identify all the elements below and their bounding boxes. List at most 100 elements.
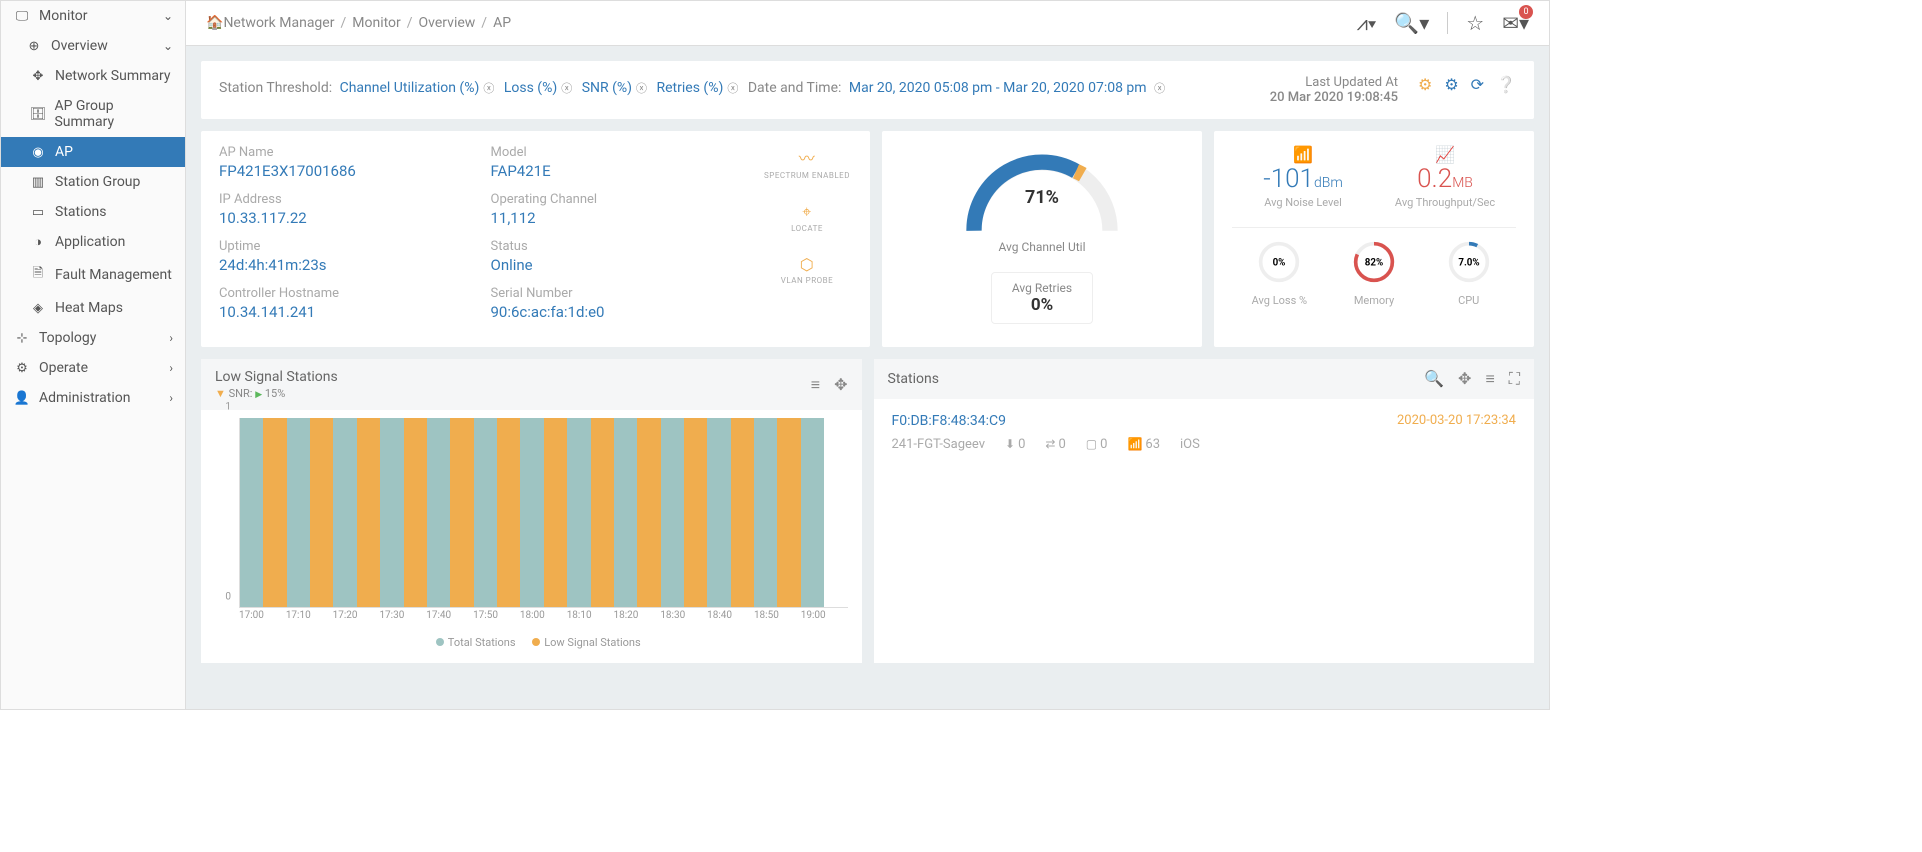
chevron-icon: › xyxy=(169,361,173,375)
nav-item-overview[interactable]: ⊕Overview⌄ xyxy=(1,31,185,61)
threshold-chip[interactable]: SNR (%) xyxy=(582,80,632,96)
nav-item-ap-group-summary[interactable]: 🗄AP Group Summary xyxy=(1,91,185,137)
nav-item-stations[interactable]: ▭Stations xyxy=(1,197,185,227)
x-tick: 17:50 xyxy=(473,610,520,628)
station-row[interactable]: F0:DB:F8:48:34:C9 2020-03-20 17:23:34 24… xyxy=(892,413,1517,452)
bar-group xyxy=(801,418,848,607)
gauge-label: Avg Channel Util xyxy=(999,240,1086,254)
activity-icon[interactable]: ⩘▾ xyxy=(1357,11,1377,35)
datetime-clear-icon[interactable]: ⓧ xyxy=(1154,82,1165,95)
breadcrumb-item[interactable]: Network Manager xyxy=(223,15,334,31)
menu-icon[interactable]: ≡ xyxy=(1485,369,1494,389)
feature-locate[interactable]: ⌖LOCATE xyxy=(791,202,823,233)
threshold-bar: Station Threshold: Channel Utilization (… xyxy=(201,61,1534,119)
nav-item-station-group[interactable]: ▥Station Group xyxy=(1,167,185,197)
search-icon[interactable]: 🔍▾ xyxy=(1394,11,1429,35)
nav-item-network-summary[interactable]: ✥Network Summary xyxy=(1,61,185,91)
threshold-chip[interactable]: Retries (%) xyxy=(657,80,724,96)
nav-item-heat-maps[interactable]: ◈Heat Maps xyxy=(1,293,185,323)
bar-group xyxy=(427,418,474,607)
retries-box: Avg Retries 0% xyxy=(991,272,1093,324)
gear-icon[interactable]: ⚙ xyxy=(1444,75,1458,94)
help-icon[interactable]: ❔ xyxy=(1496,75,1516,94)
star-icon[interactable]: ☆ xyxy=(1466,11,1484,35)
move-icon[interactable]: ✥ xyxy=(1458,369,1471,389)
home-icon: 🏠 xyxy=(206,15,223,31)
updated-label: Last Updated At xyxy=(1270,75,1398,90)
loss-donut: 0% Avg Loss % xyxy=(1232,240,1327,307)
x-tick: 18:40 xyxy=(707,610,754,628)
nav-item-ap[interactable]: ◉AP xyxy=(1,137,185,167)
move-icon[interactable]: ✥ xyxy=(834,375,847,395)
bar-group xyxy=(240,418,287,607)
channel-util-gauge: 71% xyxy=(957,145,1127,240)
datetime-value[interactable]: Mar 20, 2020 05:08 pm - Mar 20, 2020 07:… xyxy=(849,80,1147,96)
sliders-icon[interactable]: ⚙ xyxy=(1418,75,1432,94)
breadcrumb-item[interactable]: Overview xyxy=(419,15,476,31)
breadcrumb-item[interactable]: AP xyxy=(493,15,511,31)
nav-icon: ⊕ xyxy=(25,39,43,54)
bar-group xyxy=(614,418,661,607)
feature-spectrum-enabled[interactable]: 〰SPECTRUM ENABLED xyxy=(764,145,850,180)
menu-icon[interactable]: ≡ xyxy=(811,375,820,395)
chip-clear-icon[interactable]: ⓧ xyxy=(636,82,647,95)
ap-channel: 11,112 xyxy=(491,209,763,227)
nav-item-application[interactable]: ◑Application xyxy=(1,227,185,257)
x-tick: 17:20 xyxy=(333,610,380,628)
ap-status: Online xyxy=(491,256,763,274)
nav-icon: ◈ xyxy=(29,301,47,316)
chip-clear-icon[interactable]: ⓧ xyxy=(483,82,494,95)
bar xyxy=(333,418,356,607)
bar xyxy=(707,418,730,607)
download-icon: ⬇ xyxy=(1005,437,1015,451)
feature-vlan-probe[interactable]: ⬡VLAN PROBE xyxy=(781,255,833,285)
bar xyxy=(404,418,427,607)
bar-group xyxy=(287,418,334,607)
search-icon[interactable]: 🔍 xyxy=(1424,369,1444,389)
bar-group xyxy=(333,418,380,607)
chart-icon: 📈 xyxy=(1374,145,1516,164)
bar-group xyxy=(380,418,427,607)
station-meta: 241-FGT-Sageev ⬇0 ⇄0 ▢0 📶63 iOS xyxy=(892,437,1517,452)
bar xyxy=(474,418,497,607)
x-tick: 17:00 xyxy=(239,610,286,628)
breadcrumb-item[interactable]: Monitor xyxy=(352,15,401,31)
chevron-icon: › xyxy=(169,391,173,405)
datetime-label: Date and Time: xyxy=(748,80,842,96)
nav-icon: ◉ xyxy=(29,145,47,160)
breadcrumb: 🏠Network Manager/Monitor/Overview/AP xyxy=(206,15,511,31)
chip-clear-icon[interactable]: ⓧ xyxy=(561,82,572,95)
nav-item-administration[interactable]: 👤Administration› xyxy=(1,383,185,413)
x-tick: 18:20 xyxy=(614,610,661,628)
chart-title: Low Signal Stations xyxy=(215,369,338,385)
mail-icon[interactable]: ✉0▾ xyxy=(1502,11,1529,35)
signal-icon: 📶 xyxy=(1232,145,1374,164)
bar xyxy=(567,418,590,607)
expand-icon[interactable]: ⛶ xyxy=(1509,369,1520,389)
bar xyxy=(591,418,614,607)
threshold-chip[interactable]: Loss (%) xyxy=(504,80,557,96)
nav-item-fault-management[interactable]: 🗎Fault Management xyxy=(1,257,185,293)
bar-group xyxy=(567,418,614,607)
chip-clear-icon[interactable]: ⓧ xyxy=(727,82,738,95)
refresh-icon[interactable]: ⟳ xyxy=(1471,75,1484,94)
bar xyxy=(754,418,777,607)
threshold-chip[interactable]: Channel Utilization (%) xyxy=(340,80,480,96)
network-icon: ⇄ xyxy=(1045,437,1055,451)
ap-uptime: 24d:4h:41m:23s xyxy=(219,256,491,274)
bar xyxy=(263,418,286,607)
bar xyxy=(801,418,824,607)
nav-item-monitor[interactable]: 🖵Monitor⌄ xyxy=(1,1,185,31)
ap-serial: 90:6c:ac:fa:1d:e0 xyxy=(491,303,763,321)
bar xyxy=(731,418,754,607)
bar xyxy=(287,418,310,607)
topbar: 🏠Network Manager/Monitor/Overview/AP ⩘▾ … xyxy=(186,1,1549,46)
sidebar: 🖵Monitor⌄⊕Overview⌄✥Network Summary🗄AP G… xyxy=(1,1,186,709)
noise-metric: 📶 -101dBm Avg Noise Level xyxy=(1232,145,1374,209)
ap-info-panel: AP NameFP421E3X17001686 IP Address10.33.… xyxy=(201,131,870,347)
station-mac[interactable]: F0:DB:F8:48:34:C9 xyxy=(892,413,1007,429)
nav-icon: ✥ xyxy=(29,69,47,84)
chevron-icon: ⌄ xyxy=(163,9,173,23)
nav-item-operate[interactable]: ⚙Operate› xyxy=(1,353,185,383)
nav-item-topology[interactable]: ⊹Topology› xyxy=(1,323,185,353)
